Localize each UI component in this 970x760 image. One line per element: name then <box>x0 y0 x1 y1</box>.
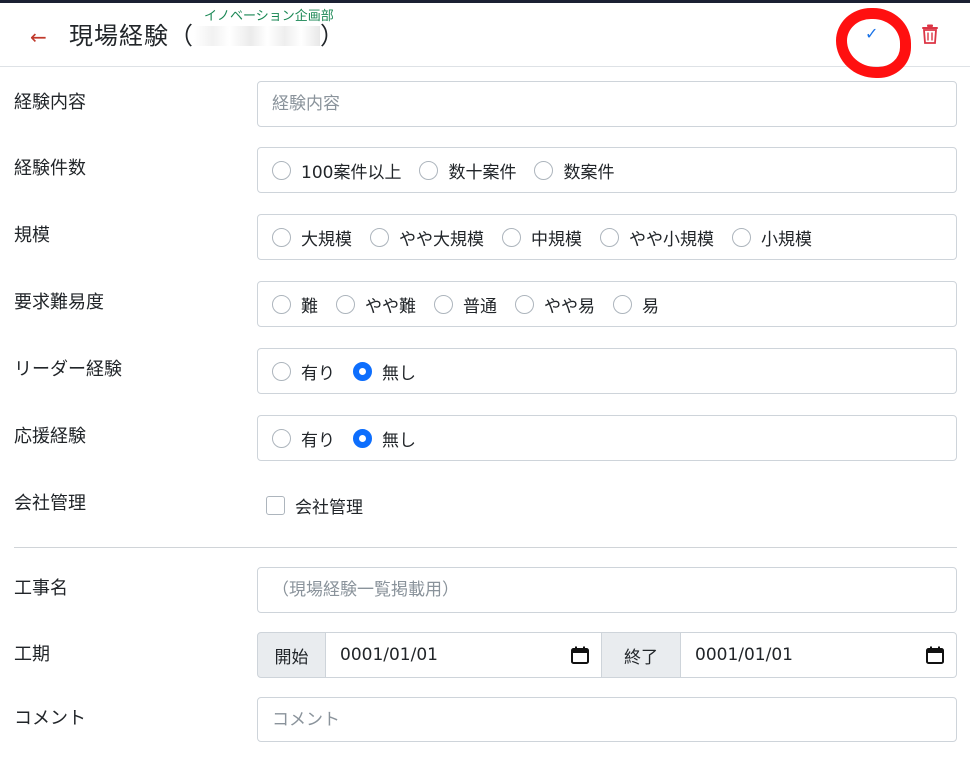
difficulty-option-normal[interactable]: 普通 <box>434 292 497 317</box>
period-start-addon: 開始 <box>257 632 326 678</box>
radio-button[interactable] <box>515 294 534 314</box>
annotation-circle <box>836 8 911 78</box>
radio-button[interactable] <box>370 227 389 247</box>
difficulty-option-somewhat-easy[interactable]: やや易 <box>515 292 595 317</box>
scale-option-medium[interactable]: 中規模 <box>502 225 582 250</box>
scale-label: 規模 <box>14 225 50 246</box>
radio-button[interactable] <box>732 227 751 247</box>
work-name-input[interactable] <box>258 568 956 612</box>
radio-button[interactable] <box>434 294 453 314</box>
company-checkbox[interactable] <box>266 496 285 515</box>
leader-option-no[interactable]: 無し <box>353 359 416 384</box>
calendar-icon[interactable] <box>926 646 944 664</box>
period-label: 工期 <box>14 644 50 665</box>
back-arrow-icon[interactable]: ← <box>30 25 47 49</box>
difficulty-option-hard[interactable]: 難 <box>272 292 318 317</box>
count-radio-group: 100案件以上 数十案件 数案件 <box>257 147 957 193</box>
scale-option-somewhat-small[interactable]: やや小規模 <box>600 225 714 250</box>
count-option-dozens[interactable]: 数十案件 <box>419 158 516 183</box>
scale-option-small[interactable]: 小規模 <box>732 225 812 250</box>
calendar-icon[interactable] <box>571 646 589 664</box>
period-end-date-input[interactable]: 0001/01/01 <box>681 632 957 678</box>
leader-option-yes[interactable]: 有り <box>272 359 335 384</box>
redacted-name <box>194 26 320 46</box>
radio-button[interactable] <box>272 160 291 180</box>
leader-label: リーダー経験 <box>14 359 122 380</box>
period-start-value: 0001/01/01 <box>340 645 438 665</box>
radio-button[interactable] <box>502 227 521 247</box>
page-header: イノベーション企画部 ← 現場経験（） <box>0 3 970 67</box>
comment-label: コメント <box>14 708 86 729</box>
difficulty-option-easy[interactable]: 易 <box>613 292 659 317</box>
radio-button[interactable] <box>613 294 632 314</box>
radio-button-selected[interactable] <box>353 428 372 448</box>
content-label: 経験内容 <box>14 92 86 113</box>
radio-button[interactable] <box>336 294 355 314</box>
support-label: 応援経験 <box>14 426 86 447</box>
period-input-group: 開始 0001/01/01 終了 0001/01/01 <box>257 632 957 678</box>
comment-field-box <box>257 697 957 742</box>
leader-radio-group: 有り 無し <box>257 348 957 394</box>
trash-icon[interactable] <box>921 24 939 44</box>
scale-option-somewhat-large[interactable]: やや大規模 <box>370 225 484 250</box>
radio-button[interactable] <box>272 361 291 381</box>
radio-button[interactable] <box>419 160 439 180</box>
period-end-addon: 終了 <box>602 632 681 678</box>
page-title: 現場経験（ ） <box>69 20 345 52</box>
content-input[interactable] <box>258 82 956 126</box>
scale-radio-group: 大規模 やや大規模 中規模 やや小規模 小規模 <box>257 214 957 260</box>
work-name-label: 工事名 <box>14 578 68 599</box>
period-end-value: 0001/01/01 <box>695 645 793 665</box>
company-checkbox-label: 会社管理 <box>295 498 363 518</box>
difficulty-option-somewhat-hard[interactable]: やや難 <box>336 292 416 317</box>
period-start-date-input[interactable]: 0001/01/01 <box>326 632 602 678</box>
company-checkbox-row[interactable]: 会社管理 <box>266 493 363 518</box>
difficulty-radio-group: 難 やや難 普通 やや易 易 <box>257 281 957 327</box>
radio-button[interactable] <box>272 428 291 448</box>
scale-option-large[interactable]: 大規模 <box>272 225 352 250</box>
count-label: 経験件数 <box>14 158 86 179</box>
company-label: 会社管理 <box>14 493 86 514</box>
support-radio-group: 有り 無し <box>257 415 957 461</box>
section-divider <box>14 547 957 548</box>
count-option-100plus[interactable]: 100案件以上 <box>272 158 401 183</box>
radio-button[interactable] <box>272 294 291 314</box>
radio-button[interactable] <box>600 227 619 247</box>
save-check-icon[interactable]: ✓ <box>865 24 878 43</box>
support-option-yes[interactable]: 有り <box>272 426 335 451</box>
count-option-few[interactable]: 数案件 <box>534 158 614 183</box>
content-field-box <box>257 81 957 127</box>
comment-input[interactable] <box>258 698 956 741</box>
radio-button[interactable] <box>272 227 291 247</box>
difficulty-label: 要求難易度 <box>14 292 104 313</box>
radio-button[interactable] <box>534 160 554 180</box>
page-title-text: 現場経験（ <box>69 22 194 50</box>
support-option-no[interactable]: 無し <box>353 426 416 451</box>
radio-button-selected[interactable] <box>353 361 372 381</box>
work-name-field-box <box>257 567 957 613</box>
page-title-close: ） <box>320 22 345 50</box>
